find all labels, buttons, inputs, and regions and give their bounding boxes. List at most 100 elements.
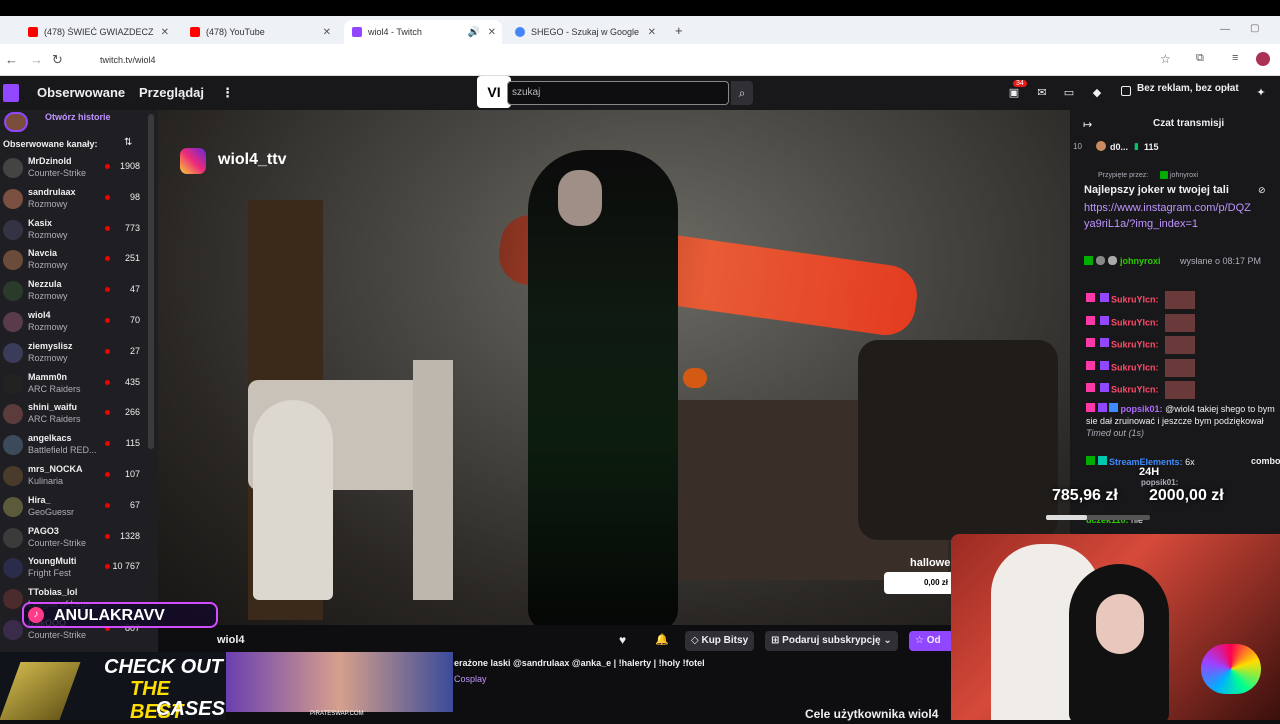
sidebar-channel-wiol4[interactable]: wiol4 Rozmowy 70: [0, 308, 150, 338]
url-field[interactable]: twitch.tv/wiol4: [82, 49, 1142, 71]
heart-icon[interactable]: ♥: [619, 633, 626, 647]
chat-username[interactable]: popsik01:: [1141, 478, 1178, 487]
timeout-notice: Timed out (1s): [1086, 428, 1144, 438]
close-icon[interactable]: ✕: [161, 27, 169, 38]
donation-mini-widget: 0,00 zł: [884, 572, 954, 594]
sort-icon[interactable]: ⇅: [124, 137, 132, 148]
open-stories-link[interactable]: Otwórz historie: [45, 112, 111, 122]
badge-icon: [1096, 256, 1105, 265]
collapse-chat-icon[interactable]: ↦: [1083, 118, 1092, 131]
tab-youtube-song[interactable]: (478) ŚWIEĆ GWIAZDECZKO ani ✕: [20, 20, 175, 44]
gift-sub-button[interactable]: ⊞ Podaruj subskrypcję ⌄: [765, 631, 898, 651]
channel-game: Rozmowy: [28, 322, 68, 332]
video-player[interactable]: wiol4_ttv hallowe 0,00 zł: [158, 110, 1070, 625]
notifications-icon[interactable]: ▣: [1007, 86, 1021, 100]
close-icon[interactable]: ✕: [648, 27, 656, 38]
instagram-handle: wiol4_ttv: [218, 151, 287, 168]
no-ads-button[interactable]: Bez reklam, bez opłat: [1137, 83, 1239, 94]
sidebar-channel-ziemyslisz[interactable]: ziemyslisz Rozmowy 27: [0, 339, 150, 369]
search-input[interactable]: szukaj: [507, 81, 729, 105]
sidebar-channel-navcia[interactable]: Navcia Rozmowy 251: [0, 246, 150, 276]
more-menu-icon[interactable]: ⋮: [221, 85, 234, 101]
extensions-icon[interactable]: ⧉: [1196, 52, 1204, 65]
sidebar-channel-mrs_nocka[interactable]: mrs_NOCKA Kulinaria 107: [0, 462, 150, 492]
stories-avatar[interactable]: [4, 112, 28, 132]
chair-shape: [253, 400, 333, 600]
sidebar-channel-mrdzinold[interactable]: MrDzinold Counter-Strike 1908: [0, 154, 150, 184]
inbox-icon[interactable]: ✉: [1035, 86, 1049, 100]
ad-brand: PIRATESWAP.COM: [310, 711, 364, 717]
chat-username[interactable]: SukruYlcn:: [1111, 384, 1159, 394]
sidebar-channel-sandrulaax[interactable]: sandrulaax Rozmowy 98: [0, 185, 150, 215]
minimize-icon[interactable]: —: [1220, 24, 1230, 35]
chat-username[interactable]: SukruYlcn:: [1111, 339, 1159, 349]
speaker-icon[interactable]: 🔊: [468, 27, 480, 38]
channel-name: PAGO3: [28, 525, 59, 536]
tab-google[interactable]: SHEGO - Szukaj w Google ✕: [507, 20, 662, 44]
buy-bits-button[interactable]: ◇ Kup Bitsy: [685, 631, 755, 651]
chat-username[interactable]: SukruYlcn:: [1111, 317, 1159, 327]
viewer-count: 115: [125, 438, 140, 449]
table-leg: [413, 360, 453, 600]
whispers-icon[interactable]: ▭: [1062, 86, 1076, 100]
channel-avatar: [3, 620, 23, 640]
live-dot: [105, 348, 110, 354]
crown-icon[interactable]: ◆: [1090, 86, 1104, 100]
subscribe-label: Od: [926, 635, 941, 646]
ad-banner[interactable]: CHECK OUT THE BEST CASES: [0, 652, 226, 723]
url-text: twitch.tv/wiol4: [100, 55, 156, 65]
close-icon[interactable]: ✕: [323, 27, 331, 38]
back-icon[interactable]: ←: [5, 52, 18, 67]
chat-username[interactable]: popsik01:: [1121, 404, 1163, 414]
bits-icon[interactable]: ✦: [1254, 86, 1268, 100]
sidebar-channel-pago3[interactable]: PAGO3 Counter-Strike 1328: [0, 524, 150, 554]
badge-icon: [1086, 315, 1095, 325]
forward-icon[interactable]: →: [30, 52, 43, 67]
channel-name: Nezzula: [28, 279, 62, 290]
channel-name: shini_waifu: [28, 402, 78, 413]
badge-icon: [1086, 338, 1095, 348]
top-user-name[interactable]: d0...: [1110, 142, 1128, 152]
pinned-by-name: johnyroxi: [1170, 172, 1199, 179]
stream-category[interactable]: Cosplay: [454, 674, 487, 684]
sidebar-channel-shini_waifu[interactable]: shini_waifu ARC Raiders 266: [0, 400, 150, 430]
notification-badge: 34: [1013, 80, 1027, 87]
twitch-logo-icon[interactable]: [3, 84, 19, 102]
pinned-link[interactable]: https://www.instagram.com/p/DQZya9riL1a/…: [1084, 200, 1254, 232]
search-icon[interactable]: ⌕: [731, 81, 753, 105]
knife-graphic: [0, 662, 81, 720]
tiktok-icon: ♪: [28, 607, 44, 623]
bell-icon[interactable]: 🔔: [655, 633, 669, 646]
subscribe-button[interactable]: ☆ Od: [909, 631, 951, 651]
channel-name[interactable]: wiol4: [217, 634, 245, 646]
channel-game: Counter-Strike: [28, 168, 87, 178]
sidebar-channel-nezzula[interactable]: Nezzula Rozmowy 47: [0, 277, 150, 307]
chat-username[interactable]: SukruYlcn:: [1111, 294, 1159, 304]
nav-browse[interactable]: Przeglądaj: [139, 85, 204, 100]
media-icon[interactable]: ≡: [1232, 52, 1238, 64]
sidebar-channel-youngmulti[interactable]: YoungMulti Fright Fest 10 767: [0, 554, 150, 584]
live-dot: [105, 472, 110, 477]
sidebar-channel-mamm0n[interactable]: Mamm0n ARC Raiders 435: [0, 370, 150, 400]
channel-avatar: [3, 158, 23, 178]
extension-logo[interactable]: VI: [477, 76, 511, 108]
sidebar-channel-hira_[interactable]: Hira_ GeoGuessr 67: [0, 493, 150, 523]
profile-avatar[interactable]: [1256, 52, 1270, 66]
chat-username[interactable]: SukruYlcn:: [1111, 362, 1159, 372]
tab-twitch[interactable]: wiol4 - Twitch 🔊 ✕: [344, 20, 502, 44]
star-icon[interactable]: ☆: [1160, 52, 1171, 66]
tab-youtube[interactable]: (478) YouTube ✕: [182, 20, 337, 44]
close-icon[interactable]: ✕: [488, 27, 496, 38]
ad-image[interactable]: PIRATESWAP.COM: [226, 652, 453, 717]
donation-current: 785,96 zł: [1052, 487, 1118, 504]
new-tab-icon[interactable]: +: [675, 23, 683, 38]
unpin-icon[interactable]: ⊘: [1258, 185, 1266, 196]
maximize-icon[interactable]: ▢: [1250, 23, 1259, 34]
sidebar-channel-kasix[interactable]: Kasix Rozmowy 773: [0, 216, 150, 246]
channel-avatar: [3, 404, 23, 425]
channel-avatar: [3, 558, 23, 579]
reload-icon[interactable]: ↻: [52, 52, 63, 68]
pinned-sender[interactable]: johnyroxi: [1120, 256, 1161, 266]
nav-followed[interactable]: Obserwowane: [37, 85, 125, 100]
sidebar-channel-angelkacs[interactable]: angelkacs Battlefield RED... 115: [0, 431, 150, 461]
